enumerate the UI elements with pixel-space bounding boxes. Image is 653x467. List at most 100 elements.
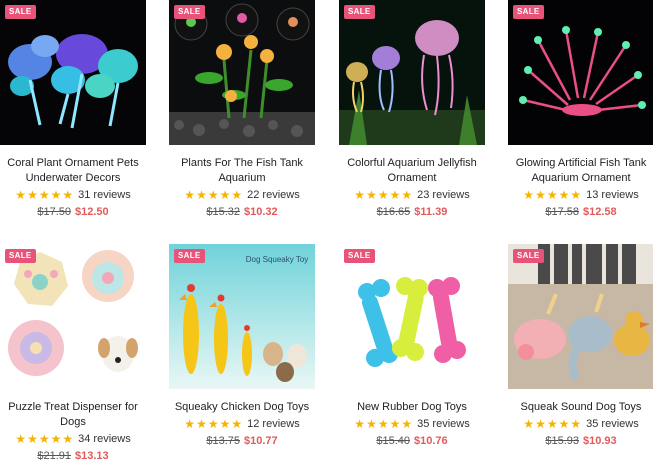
sale-price: $10.77	[244, 435, 278, 447]
star-rating: ★ ★ ★ ★ ★ 34 reviews	[0, 431, 146, 447]
product-card[interactable]: SALE Glowing Artificial Fish Tank Aquari…	[508, 0, 653, 220]
star-icon: ★	[15, 188, 27, 202]
sale-badge: SALE	[174, 5, 205, 19]
star-rating: ★ ★ ★ ★ ★ 31 reviews	[0, 187, 146, 203]
star-icon: ★	[27, 432, 38, 446]
star-icon: ★	[196, 417, 207, 431]
product-card[interactable]: SALE New Rubber Dog Toys ★ ★ ★ ★ ★ 35 review…	[339, 244, 485, 449]
price: $13.75 $10.77	[169, 434, 315, 449]
price: $16.65 $11.39	[339, 205, 485, 220]
product-card[interactable]: SALE Coral Plant Ornament Pets Underwate…	[0, 0, 146, 220]
star-rating: ★ ★ ★ ★ ★ 12 reviews	[169, 416, 315, 432]
product-grid: SALE Coral Plant Ornament Pets Underwate…	[0, 0, 653, 467]
star-icon: ★	[401, 188, 413, 202]
original-price: $17.58	[545, 206, 579, 218]
star-icon: ★	[377, 417, 389, 431]
star-icon: ★	[184, 188, 196, 202]
sale-badge: SALE	[513, 5, 544, 19]
review-count: 35 reviews	[586, 418, 639, 430]
star-icon: ★	[366, 417, 377, 431]
star-icon: ★	[231, 188, 243, 202]
product-card[interactable]: SALE Colorful Aquarium Jellyfish Ornamen…	[339, 0, 485, 220]
sale-badge: SALE	[344, 249, 375, 263]
star-icon: ★	[389, 188, 401, 202]
sale-badge: SALE	[344, 5, 375, 19]
original-price: $15.40	[376, 435, 410, 447]
star-icon: ★	[558, 188, 570, 202]
price: $17.50 $12.50	[0, 205, 146, 220]
product-title[interactable]: Squeaky Chicken Dog Toys	[169, 400, 315, 415]
sale-badge: SALE	[174, 249, 205, 263]
star-icon: ★	[62, 432, 74, 446]
star-icon: ★	[546, 188, 558, 202]
product-image[interactable]: SALE	[0, 244, 146, 389]
original-price: $17.50	[37, 206, 71, 218]
price: $15.32 $10.32	[169, 205, 315, 220]
star-icon: ★	[377, 188, 389, 202]
star-icon: ★	[207, 417, 219, 431]
review-count: 31 reviews	[78, 189, 131, 201]
sale-price: $10.32	[244, 206, 278, 218]
product-title[interactable]: Glowing Artificial Fish Tank Aquarium Or…	[508, 156, 653, 186]
review-count: 12 reviews	[247, 418, 300, 430]
product-image[interactable]: SALE	[339, 0, 485, 145]
star-icon: ★	[389, 417, 401, 431]
star-icon: ★	[231, 417, 243, 431]
sale-badge: SALE	[5, 249, 36, 263]
star-icon: ★	[50, 188, 62, 202]
star-icon: ★	[207, 188, 219, 202]
star-rating: ★ ★ ★ ★ ★ 13 reviews	[508, 187, 653, 203]
price: $17.58 $12.58	[508, 205, 653, 220]
product-image[interactable]: Dog Squeaky Toy SALE	[169, 244, 315, 389]
price: $15.93 $10.93	[508, 434, 653, 449]
sale-badge: SALE	[513, 249, 544, 263]
sale-badge: SALE	[5, 5, 36, 19]
star-icon: ★	[184, 417, 196, 431]
star-icon: ★	[558, 417, 570, 431]
product-card[interactable]: SALE Puzzle Treat Dispenser for Dogs ★ ★ ★…	[0, 244, 146, 464]
original-price: $16.65	[376, 206, 411, 218]
star-icon: ★	[354, 188, 366, 202]
star-rating: ★ ★ ★ ★ ★ 35 reviews	[339, 416, 485, 432]
product-image[interactable]: SALE	[508, 0, 653, 145]
review-count: 13 reviews	[586, 189, 639, 201]
product-card[interactable]: Dog Squeaky Toy SALE Squeaky Chicken Dog…	[169, 244, 315, 449]
original-price: $21.91	[37, 450, 71, 462]
product-image[interactable]: SALE	[169, 0, 315, 145]
star-rating: ★ ★ ★ ★ ★ 23 reviews	[339, 187, 485, 203]
star-icon: ★	[50, 432, 62, 446]
review-count: 34 reviews	[78, 433, 131, 445]
product-card[interactable]: SALE Squeak Sound Dog Toys ★ ★ ★ ★ ★ 35 revi…	[508, 244, 653, 449]
product-title[interactable]: Puzzle Treat Dispenser for Dogs	[0, 400, 146, 430]
product-title[interactable]: Coral Plant Ornament Pets Underwater Dec…	[0, 156, 146, 186]
star-icon: ★	[570, 417, 582, 431]
sale-price: $12.50	[75, 206, 109, 218]
sale-price: $10.93	[583, 435, 617, 447]
star-icon: ★	[196, 188, 207, 202]
star-rating: ★ ★ ★ ★ ★ 22 reviews	[169, 187, 315, 203]
product-image[interactable]: SALE	[339, 244, 485, 389]
original-price: $13.75	[206, 435, 240, 447]
star-icon: ★	[27, 188, 38, 202]
product-title[interactable]: Squeak Sound Dog Toys	[508, 400, 653, 415]
original-price: $15.32	[206, 206, 240, 218]
star-icon: ★	[546, 417, 558, 431]
star-icon: ★	[401, 417, 413, 431]
product-card[interactable]: SALE Plants For The Fish Tank Aquarium ★…	[169, 0, 315, 220]
star-icon: ★	[535, 417, 546, 431]
product-title[interactable]: New Rubber Dog Toys	[339, 400, 485, 415]
review-count: 23 reviews	[417, 189, 470, 201]
star-icon: ★	[523, 188, 535, 202]
sale-price: $11.39	[414, 206, 448, 218]
star-icon: ★	[354, 417, 366, 431]
star-icon: ★	[38, 432, 50, 446]
product-title[interactable]: Plants For The Fish Tank Aquarium	[169, 156, 315, 186]
product-image[interactable]: SALE	[0, 0, 146, 145]
sale-price: $10.76	[414, 435, 448, 447]
banner-text: Dog Squeaky Toy	[246, 255, 309, 264]
star-icon: ★	[62, 188, 74, 202]
star-icon: ★	[570, 188, 582, 202]
product-image[interactable]: SALE	[508, 244, 653, 389]
star-icon: ★	[535, 188, 546, 202]
product-title[interactable]: Colorful Aquarium Jellyfish Ornament	[339, 156, 485, 186]
